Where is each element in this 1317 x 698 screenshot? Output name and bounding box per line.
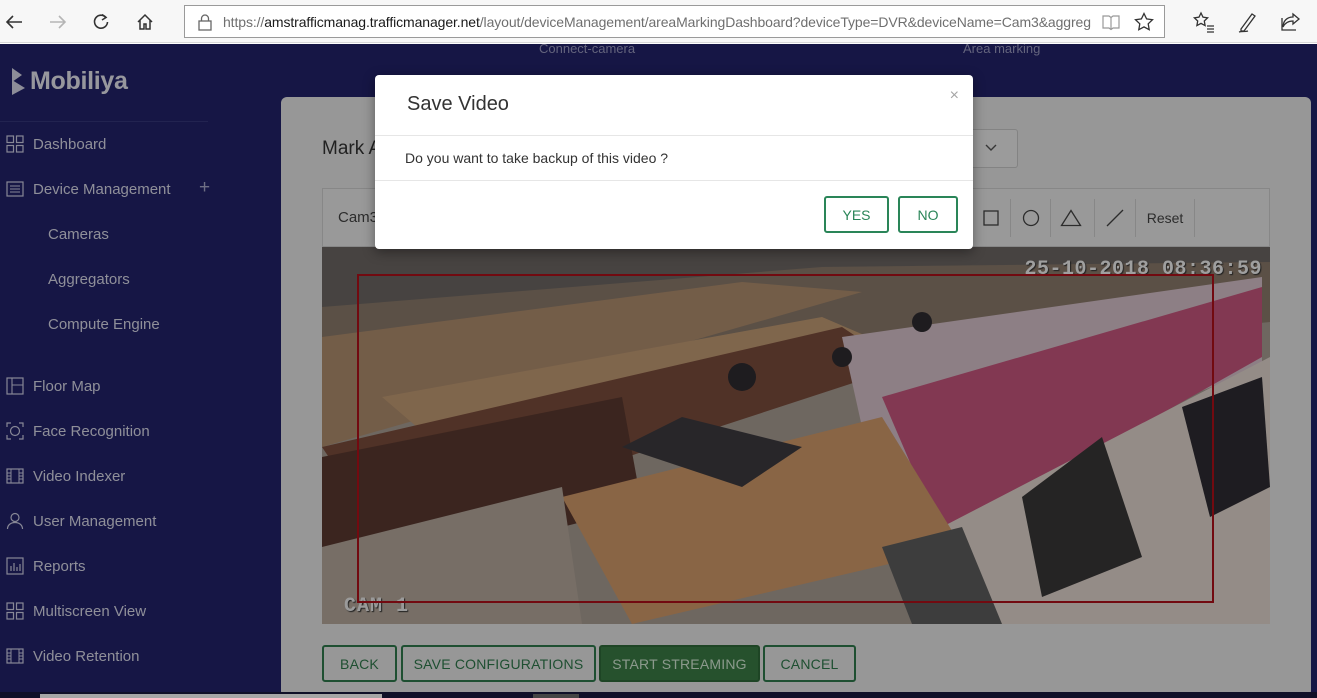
dialog-message: Do you want to take backup of this video… (405, 150, 669, 166)
yes-button[interactable]: YES (824, 196, 889, 233)
dialog-divider (375, 135, 973, 136)
forward-arrow-icon[interactable] (44, 8, 72, 36)
browser-toolbar: https://amstrafficmanag.trafficmanager.n… (0, 0, 1317, 43)
url-text: https://amstrafficmanag.trafficmanager.n… (223, 14, 1091, 30)
favorites-list-icon[interactable] (1192, 10, 1216, 34)
close-icon[interactable]: × (950, 87, 959, 105)
reading-view-icon[interactable] (1102, 13, 1120, 31)
dialog-divider (375, 180, 973, 181)
share-icon[interactable] (1279, 10, 1303, 34)
favorite-star-icon[interactable] (1134, 12, 1154, 32)
back-arrow-icon[interactable] (0, 8, 28, 36)
dialog-title: Save Video (407, 93, 509, 115)
refresh-icon[interactable] (87, 8, 115, 36)
home-icon[interactable] (131, 8, 159, 36)
no-button[interactable]: NO (898, 196, 958, 233)
pen-notes-icon[interactable] (1236, 10, 1260, 34)
address-bar[interactable]: https://amstrafficmanag.trafficmanager.n… (184, 5, 1165, 38)
lock-icon (198, 14, 212, 31)
save-video-dialog: Save Video × Do you want to take backup … (375, 75, 973, 249)
